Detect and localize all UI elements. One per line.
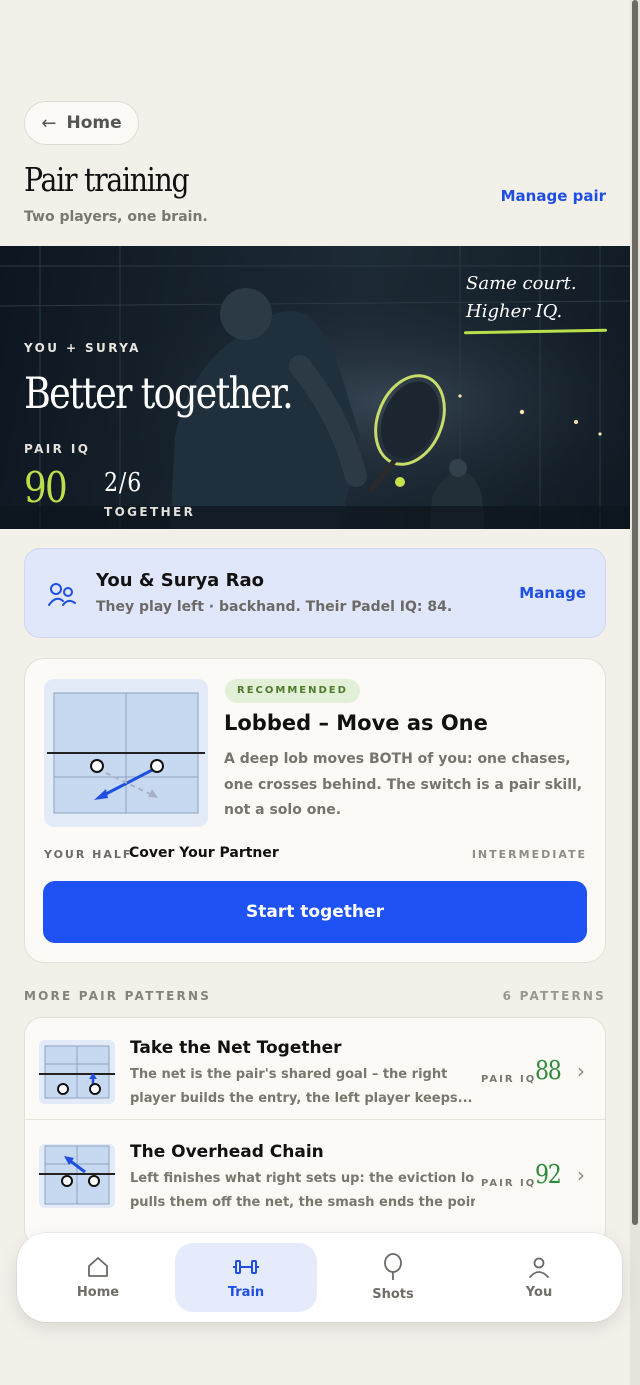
person-icon <box>529 1257 549 1278</box>
hero-script-line1: Same court. <box>466 273 577 294</box>
tab-label: You <box>525 1285 553 1300</box>
hero-eyebrow: YOU + SURYA <box>24 341 141 355</box>
more-patterns-heading: MORE PAIR PATTERNS <box>24 989 212 1003</box>
pattern-iq-value: 88 <box>535 1056 562 1086</box>
chevron-right-icon: › <box>577 1059 585 1083</box>
recommended-pattern-card[interactable]: RECOMMENDED Lobbed – Move as One A deep … <box>24 658 606 963</box>
pattern-thumbnail <box>39 1040 115 1104</box>
recommended-description-line: one crosses behind. The switch is a pair… <box>224 776 583 793</box>
pattern-description: The net is the pair's shared goal – the … <box>130 1063 475 1111</box>
partner-name: You & Surya Rao <box>96 570 264 591</box>
your-half-label: YOUR HALF <box>44 848 133 861</box>
partner-card[interactable]: You & Surya Rao They play left · backhan… <box>24 548 606 638</box>
tab-shots[interactable]: Shots <box>322 1243 464 1312</box>
pattern-description-line: The net is the pair's shared goal – the … <box>130 1067 448 1082</box>
recommended-description: A deep lob moves BOTH of you: one chases… <box>224 747 584 824</box>
pattern-iq-label: PAIR IQ <box>481 1074 537 1085</box>
pair-users-icon <box>48 583 76 606</box>
court-diagram-icon <box>47 692 205 814</box>
pattern-description-line: player builds the entry, the left player… <box>130 1091 473 1106</box>
tab-train[interactable]: Train <box>175 1243 317 1312</box>
court-diagram-thumbnail <box>44 679 208 827</box>
pattern-description-line: pulls them off the net, the smash ends t… <box>130 1195 475 1210</box>
hero-count-label: TOGETHER <box>104 505 196 519</box>
court-diagram-icon <box>39 1145 115 1205</box>
recommended-description-line: A deep lob moves BOTH of you: one chases… <box>224 751 571 767</box>
pattern-thumbnail <box>39 1144 115 1208</box>
scrollbar[interactable] <box>630 0 640 1385</box>
hero-script-line2: Higher IQ. <box>466 301 563 322</box>
back-home-label: Home <box>66 113 122 133</box>
pattern-description: Left finishes what right sets up: the ev… <box>130 1167 475 1215</box>
tab-label: Train <box>227 1285 265 1300</box>
pattern-title: The Overhead Chain <box>130 1142 324 1162</box>
tab-home[interactable]: Home <box>27 1243 169 1312</box>
your-half-value: Cover Your Partner <box>129 845 279 861</box>
recommended-badge: RECOMMENDED <box>225 679 360 703</box>
recommended-title: Lobbed – Move as One <box>224 711 488 735</box>
bottom-tab-bar: Home Train Shots You <box>17 1233 622 1322</box>
house-icon <box>88 1257 108 1277</box>
difficulty-level: INTERMEDIATE <box>471 848 587 861</box>
dumbbell-icon <box>233 1260 259 1274</box>
arrow-left-icon: ← <box>41 112 57 134</box>
hero-title: Better together. <box>24 369 294 419</box>
start-together-button[interactable]: Start together <box>43 881 587 943</box>
partner-manage-link[interactable]: Manage <box>519 584 586 602</box>
pattern-list-item[interactable]: Take the Net Together The net is the pai… <box>25 1018 605 1120</box>
scrollbar-thumb[interactable] <box>632 0 638 1225</box>
racket-icon <box>384 1253 402 1280</box>
partner-description: They play left · backhand. Their Padel I… <box>96 599 453 615</box>
page-subtitle: Two players, one brain. <box>24 209 208 225</box>
pattern-list-item[interactable]: The Overhead Chain Left finishes what ri… <box>25 1122 605 1224</box>
pattern-description-line: Left finishes what right sets up: the ev… <box>130 1171 475 1186</box>
tab-label: Home <box>76 1285 120 1300</box>
pattern-title: Take the Net Together <box>130 1038 342 1058</box>
page-title: Pair training <box>24 160 190 199</box>
pattern-list: Take the Net Together The net is the pai… <box>24 1017 606 1247</box>
pattern-iq-value: 92 <box>535 1160 562 1190</box>
back-home-button[interactable]: ← Home <box>24 101 139 145</box>
recommended-description-line: not a solo one. <box>224 802 342 818</box>
court-diagram-icon <box>39 1045 115 1099</box>
hero-count-value: 2/6 <box>104 468 143 498</box>
chevron-right-icon: › <box>577 1163 585 1187</box>
pattern-iq-label: PAIR IQ <box>481 1178 537 1189</box>
more-patterns-count: 6 PATTERNS <box>502 989 606 1003</box>
tab-you[interactable]: You <box>468 1243 610 1312</box>
hero-iq-label: PAIR IQ <box>24 442 91 456</box>
hero-script-text: Same court. Higher IQ. <box>466 270 577 326</box>
manage-pair-link[interactable]: Manage pair <box>501 187 606 205</box>
tab-label: Shots <box>372 1287 414 1302</box>
hero-iq-value: 90 <box>24 463 68 512</box>
